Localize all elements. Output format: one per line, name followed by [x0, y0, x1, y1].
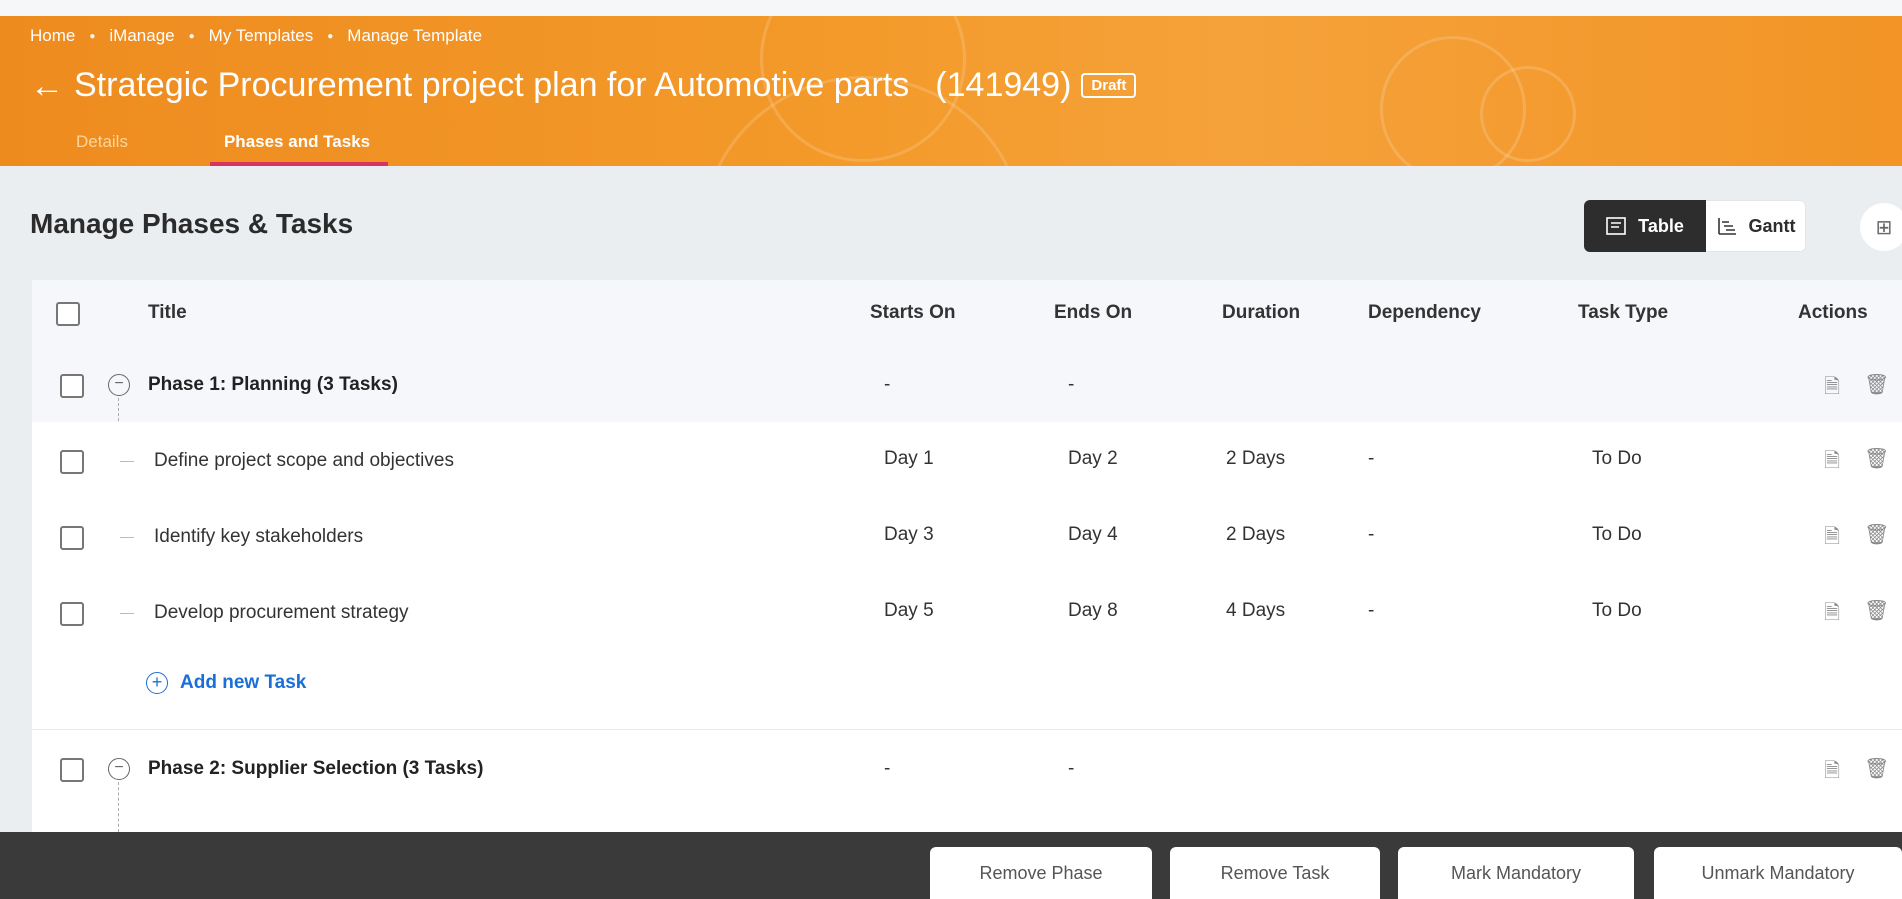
task-starts-on: Day 1: [884, 448, 934, 469]
document-icon[interactable]: 🗎: [1824, 756, 1840, 790]
task-type: To Do: [1592, 600, 1642, 621]
tab-details[interactable]: Details: [76, 132, 128, 152]
task-duration: 4 Days: [1226, 600, 1286, 621]
phase-row[interactable]: − Phase 1: Planning (3 Tasks) - - 🗎 🗑: [32, 346, 1902, 422]
gantt-view-button[interactable]: Gantt: [1706, 200, 1806, 252]
task-row[interactable]: Identify key stakeholders Day 3 Day 4 2 …: [32, 498, 1902, 574]
phase-row[interactable]: − Phase 2: Supplier Selection (3 Tasks) …: [32, 730, 1902, 806]
breadcrumb: Home ● iManage ● My Templates ● Manage T…: [30, 26, 482, 46]
phase-title: Phase 1: Planning (3 Tasks): [148, 374, 398, 395]
tab-phases-and-tasks[interactable]: Phases and Tasks: [209, 132, 389, 166]
column-settings-button[interactable]: ⊞: [1860, 203, 1902, 251]
task-dependency: -: [1368, 524, 1375, 545]
add-new-task-button[interactable]: + Add new Task: [146, 672, 306, 694]
arrow-left-icon[interactable]: ←: [30, 69, 64, 103]
table-view-button[interactable]: Table: [1584, 200, 1706, 252]
status-badge: Draft: [1081, 73, 1137, 98]
column-header-title: Title: [148, 302, 187, 323]
breadcrumb-separator: ●: [327, 30, 334, 42]
phase-starts-on: -: [884, 758, 891, 779]
add-new-task-label: Add new Task: [180, 672, 307, 693]
select-all-checkbox[interactable]: [56, 302, 80, 326]
table-icon: [1606, 217, 1626, 235]
task-type: To Do: [1592, 448, 1642, 469]
bulk-action-bar: Remove Phase Remove Task Mark Mandatory …: [0, 832, 1902, 899]
breadcrumb-my-templates[interactable]: My Templates: [209, 26, 314, 46]
gantt-view-label: Gantt: [1748, 215, 1796, 236]
task-title: Develop procurement strategy: [154, 602, 409, 623]
task-duration: 2 Days: [1226, 524, 1286, 545]
title-row: ← Strategic Procurement project plan for…: [30, 66, 1137, 105]
task-title: Identify key stakeholders: [154, 526, 364, 547]
banner-decoration: [1480, 66, 1576, 162]
task-checkbox[interactable]: [60, 602, 84, 626]
section-title: Manage Phases & Tasks: [30, 208, 354, 239]
gantt-icon: [1717, 218, 1736, 235]
phase-checkbox[interactable]: [60, 374, 84, 398]
grid-settings-icon: ⊞: [1875, 216, 1893, 239]
remove-task-button[interactable]: Remove Task: [1170, 847, 1380, 899]
document-icon[interactable]: 🗎: [1824, 598, 1840, 632]
view-toggle: Table Gantt: [1584, 200, 1806, 252]
page-header-banner: Home ● iManage ● My Templates ● Manage T…: [0, 16, 1902, 166]
table-view-label: Table: [1638, 215, 1684, 236]
tree-branch: [120, 461, 134, 462]
task-checkbox[interactable]: [60, 526, 84, 550]
breadcrumb-imanage[interactable]: iManage: [109, 26, 174, 46]
trash-icon[interactable]: 🗑: [1864, 756, 1889, 781]
document-icon[interactable]: 🗎: [1824, 522, 1840, 556]
browser-top-strip: [0, 0, 1902, 17]
phase-checkbox[interactable]: [60, 758, 84, 782]
tree-branch: [120, 537, 134, 538]
breadcrumb-separator: ●: [188, 30, 195, 42]
phase-ends-on: -: [1068, 374, 1075, 395]
breadcrumb-separator: ●: [89, 30, 96, 42]
task-dependency: -: [1368, 448, 1375, 469]
task-row[interactable]: Define project scope and objectives Day …: [32, 422, 1902, 498]
task-row[interactable]: Develop procurement strategy Day 5 Day 8…: [32, 574, 1902, 650]
tab-bar: Details Phases and Tasks: [62, 132, 389, 166]
trash-icon[interactable]: 🗑: [1864, 598, 1889, 623]
task-checkbox[interactable]: [60, 450, 84, 474]
task-type: To Do: [1592, 524, 1642, 545]
column-header-duration: Duration: [1222, 302, 1301, 323]
phase-starts-on: -: [884, 374, 891, 395]
column-header-ends-on: Ends On: [1054, 302, 1133, 323]
column-header-actions: Actions: [1798, 302, 1868, 323]
collapse-icon[interactable]: −: [108, 758, 130, 780]
page-title: Strategic Procurement project plan for A…: [74, 66, 910, 104]
trash-icon[interactable]: 🗑: [1864, 446, 1889, 471]
task-dependency: -: [1368, 600, 1375, 621]
task-starts-on: Day 5: [884, 600, 934, 621]
phases-tasks-table: Title Starts On Ends On Duration Depende…: [32, 280, 1902, 832]
document-icon[interactable]: 🗎: [1824, 372, 1840, 406]
mark-mandatory-button[interactable]: Mark Mandatory: [1398, 847, 1634, 899]
tree-branch: [120, 613, 134, 614]
task-ends-on: Day 4: [1068, 524, 1118, 545]
table-header: Title Starts On Ends On Duration Depende…: [32, 280, 1902, 347]
unmark-mandatory-button[interactable]: Unmark Mandatory: [1654, 847, 1902, 899]
task-duration: 2 Days: [1226, 448, 1286, 469]
tree-connector: [118, 782, 119, 832]
task-title: Define project scope and objectives: [154, 450, 454, 471]
task-starts-on: Day 3: [884, 524, 934, 545]
column-header-dependency: Dependency: [1368, 302, 1481, 323]
column-header-task-type: Task Type: [1578, 302, 1669, 323]
task-ends-on: Day 2: [1068, 448, 1118, 469]
task-ends-on: Day 8: [1068, 600, 1118, 621]
column-header-starts-on: Starts On: [870, 302, 956, 323]
phase-ends-on: -: [1068, 758, 1075, 779]
trash-icon[interactable]: 🗑: [1864, 522, 1889, 547]
remove-phase-button[interactable]: Remove Phase: [930, 847, 1152, 899]
breadcrumb-manage-template[interactable]: Manage Template: [347, 26, 482, 46]
plus-circle-icon: +: [146, 672, 168, 694]
document-icon[interactable]: 🗎: [1824, 446, 1840, 480]
collapse-icon[interactable]: −: [108, 374, 130, 396]
trash-icon[interactable]: 🗑: [1864, 372, 1889, 397]
template-id: (141949): [935, 66, 1072, 104]
phase-title: Phase 2: Supplier Selection (3 Tasks): [148, 758, 484, 779]
breadcrumb-home[interactable]: Home: [30, 26, 75, 46]
